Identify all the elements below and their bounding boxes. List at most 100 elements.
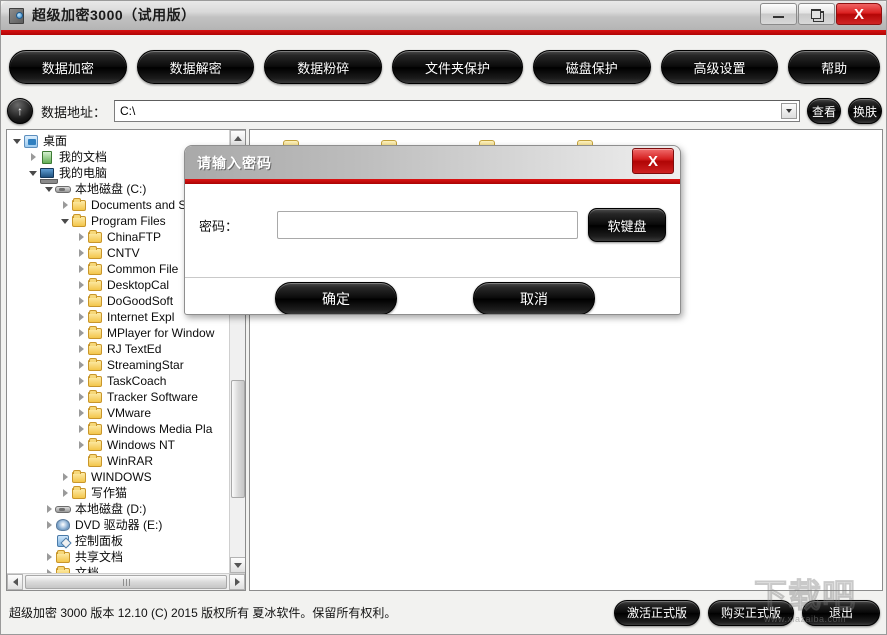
chevron-down-icon[interactable] xyxy=(781,103,797,119)
advanced-settings-button[interactable]: 高级设置 xyxy=(661,50,779,84)
dialog-close-button[interactable]: X xyxy=(632,148,674,174)
collapse-arrow-icon[interactable] xyxy=(27,165,39,181)
view-button[interactable]: 查看 xyxy=(807,98,841,124)
password-input[interactable] xyxy=(277,211,578,239)
soft-keyboard-button[interactable]: 软键盘 xyxy=(588,208,666,242)
tree-node[interactable]: Windows Media Pla xyxy=(7,421,229,437)
tree-node[interactable]: RJ TextEd xyxy=(7,341,229,357)
expand-arrow-icon[interactable] xyxy=(59,469,71,485)
tree-node[interactable]: 文档 xyxy=(7,565,229,573)
tree-node-label: Internet Expl xyxy=(107,309,174,325)
tree-node[interactable]: Windows NT xyxy=(7,437,229,453)
address-input[interactable] xyxy=(115,101,799,121)
folder-protect-button[interactable]: 文件夹保护 xyxy=(392,50,523,84)
folder-icon xyxy=(87,310,104,324)
expand-arrow-icon[interactable] xyxy=(75,245,87,261)
tree-horizontal-scrollbar[interactable] xyxy=(7,573,245,590)
expand-arrow-icon[interactable] xyxy=(27,149,39,165)
expand-arrow-icon[interactable] xyxy=(75,405,87,421)
expand-arrow-icon[interactable] xyxy=(75,421,87,437)
dialog-cancel-button[interactable]: 取消 xyxy=(473,282,595,315)
tree-node[interactable]: 本地磁盘 (D:) xyxy=(7,501,229,517)
expand-arrow-icon[interactable] xyxy=(75,229,87,245)
tree-node-label: 我的文档 xyxy=(59,149,107,165)
disk-protect-button[interactable]: 磁盘保护 xyxy=(533,50,651,84)
horizontal-scroll-thumb[interactable] xyxy=(25,575,227,589)
window-controls: X xyxy=(759,3,882,27)
maximize-button[interactable] xyxy=(798,3,835,25)
tree-node-label: TaskCoach xyxy=(107,373,166,389)
folder-icon xyxy=(87,278,104,292)
tree-node[interactable]: 共享文档 xyxy=(7,549,229,565)
purchase-button[interactable]: 购买正式版 xyxy=(708,600,794,626)
folder-icon xyxy=(55,550,72,564)
tree-node[interactable]: MPlayer for Window xyxy=(7,325,229,341)
tree-node[interactable]: Tracker Software xyxy=(7,389,229,405)
expand-arrow-icon[interactable] xyxy=(43,565,55,573)
collapse-arrow-icon[interactable] xyxy=(11,133,23,149)
status-bar: 超级加密 3000 版本 12.10 (C) 2015 版权所有 夏冰软件。保留… xyxy=(1,591,887,634)
skin-button[interactable]: 换肤 xyxy=(848,98,882,124)
expand-arrow-icon[interactable] xyxy=(75,437,87,453)
vertical-scroll-thumb[interactable] xyxy=(231,380,245,498)
expand-arrow-icon[interactable] xyxy=(75,293,87,309)
tree-node-label: 写作猫 xyxy=(91,485,127,501)
address-bar: ↑ 数据地址： 查看 换肤 xyxy=(1,97,887,125)
minimize-icon xyxy=(773,16,784,18)
dialog-ok-button[interactable]: 确定 xyxy=(275,282,397,315)
help-button[interactable]: 帮助 xyxy=(788,50,880,84)
scroll-left-arrow-icon[interactable] xyxy=(7,574,23,590)
up-arrow-icon[interactable]: ↑ xyxy=(7,98,33,124)
expand-arrow-icon[interactable] xyxy=(59,485,71,501)
exit-button[interactable]: 退出 xyxy=(802,600,880,626)
expand-arrow-icon[interactable] xyxy=(43,517,55,533)
expand-arrow-icon[interactable] xyxy=(75,357,87,373)
tree-node[interactable]: StreamingStar xyxy=(7,357,229,373)
tree-node-label: 桌面 xyxy=(43,133,67,149)
collapse-arrow-icon[interactable] xyxy=(59,213,71,229)
folder-icon xyxy=(87,326,104,340)
copyright-text: 超级加密 3000 版本 12.10 (C) 2015 版权所有 夏冰软件。保留… xyxy=(9,604,606,621)
password-dialog-wrapper: 请输入密码 X 密码： 软键盘 确定 取消 xyxy=(184,145,681,315)
tree-node-label: RJ TextEd xyxy=(107,341,161,357)
expand-arrow-icon[interactable] xyxy=(59,197,71,213)
expand-arrow-icon[interactable] xyxy=(43,549,55,565)
tree-node-label: Program Files xyxy=(91,213,166,229)
activate-button[interactable]: 激活正式版 xyxy=(614,600,700,626)
decrypt-data-button[interactable]: 数据解密 xyxy=(137,50,255,84)
tree-node[interactable]: 写作猫 xyxy=(7,485,229,501)
scroll-up-arrow-icon[interactable] xyxy=(230,130,246,146)
minimize-button[interactable] xyxy=(760,3,797,25)
folder-icon xyxy=(71,198,88,212)
tree-node[interactable]: WinRAR xyxy=(7,453,229,469)
folder-icon xyxy=(71,214,88,228)
window-title: 超级加密3000（试用版） xyxy=(32,1,196,30)
address-combobox[interactable] xyxy=(114,100,800,122)
tree-node[interactable]: TaskCoach xyxy=(7,373,229,389)
shred-data-button[interactable]: 数据粉碎 xyxy=(264,50,382,84)
tree-node-label: 文档 xyxy=(75,565,99,573)
disk-icon xyxy=(55,502,72,516)
computer-icon xyxy=(39,166,56,180)
expand-arrow-icon[interactable] xyxy=(75,373,87,389)
expand-arrow-icon[interactable] xyxy=(75,277,87,293)
encrypt-data-button[interactable]: 数据加密 xyxy=(9,50,127,84)
expand-arrow-icon[interactable] xyxy=(75,325,87,341)
scroll-right-arrow-icon[interactable] xyxy=(229,574,245,590)
folder-icon xyxy=(87,454,104,468)
folder-icon xyxy=(55,566,72,573)
title-bar: 超级加密3000（试用版） X xyxy=(1,1,887,30)
close-button[interactable]: X xyxy=(836,3,882,25)
expand-arrow-icon[interactable] xyxy=(75,261,87,277)
expand-arrow-icon[interactable] xyxy=(75,341,87,357)
scroll-down-arrow-icon[interactable] xyxy=(230,557,246,573)
expand-arrow-icon[interactable] xyxy=(43,501,55,517)
tree-node-label: 本地磁盘 (D:) xyxy=(75,501,146,517)
tree-node[interactable]: VMware xyxy=(7,405,229,421)
expand-arrow-icon[interactable] xyxy=(75,389,87,405)
expand-arrow-icon[interactable] xyxy=(75,309,87,325)
tree-node[interactable]: 控制面板 xyxy=(7,533,229,549)
dialog-footer: 确定 取消 xyxy=(185,278,680,314)
tree-node[interactable]: DVD 驱动器 (E:) xyxy=(7,517,229,533)
tree-node[interactable]: WINDOWS xyxy=(7,469,229,485)
